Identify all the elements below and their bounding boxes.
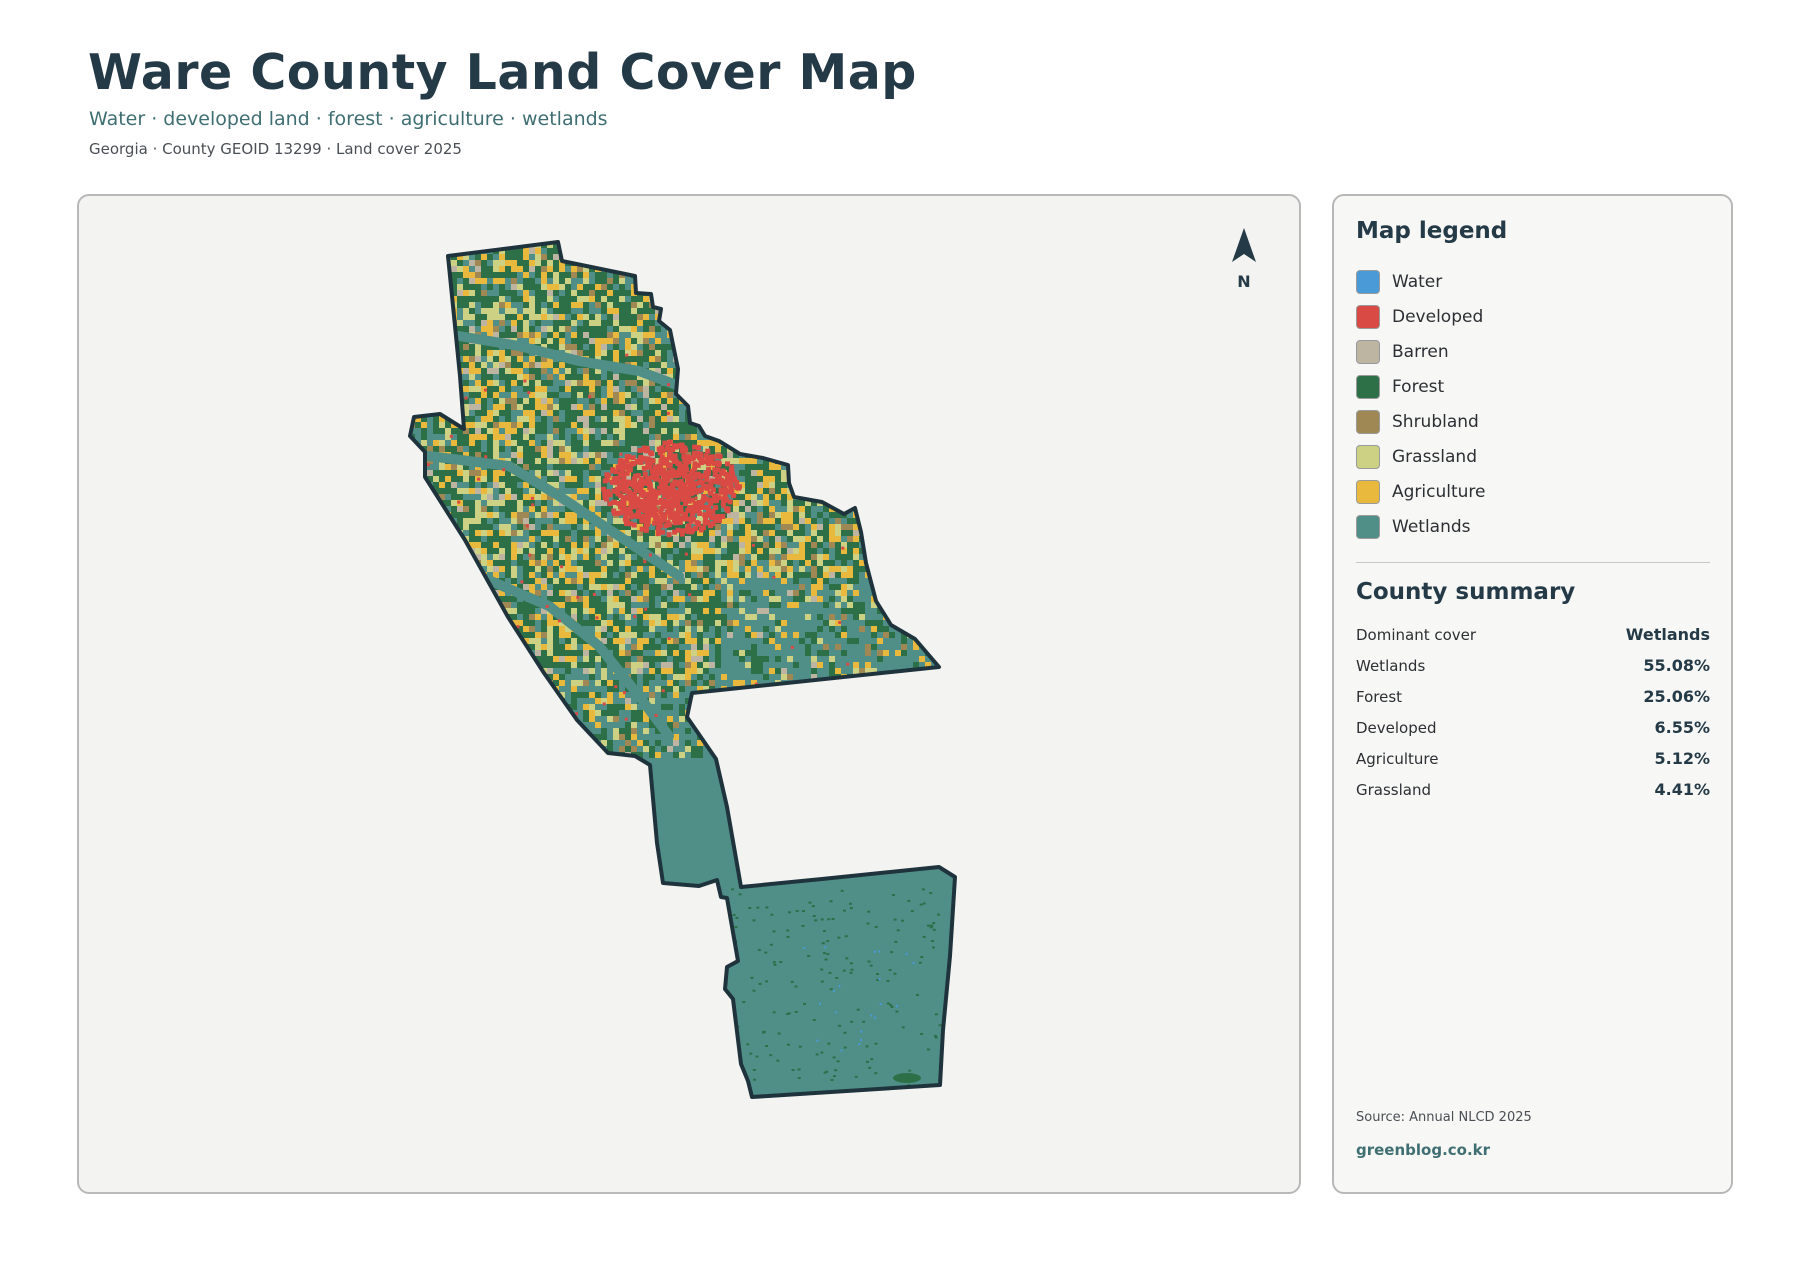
legend-label: Shrubland bbox=[1392, 411, 1479, 432]
panel-divider bbox=[1356, 562, 1710, 563]
legend-item-shrubland: Shrubland bbox=[1356, 404, 1486, 439]
legend-item-water: Water bbox=[1356, 264, 1486, 299]
legend-swatch-shrubland bbox=[1356, 409, 1380, 434]
summary-key: Grassland bbox=[1356, 780, 1431, 799]
legend-swatch-wetlands bbox=[1356, 514, 1380, 539]
page-meta: Georgia · County GEOID 13299 · Land cove… bbox=[89, 140, 462, 158]
legend-swatch-agriculture bbox=[1356, 479, 1380, 504]
legend-item-agriculture: Agriculture bbox=[1356, 474, 1486, 509]
legend-swatch-forest bbox=[1356, 374, 1380, 399]
summary-row: Developed 6.55% bbox=[1356, 712, 1710, 743]
summary-heading: County summary bbox=[1356, 579, 1576, 605]
summary-key: Dominant cover bbox=[1356, 625, 1477, 644]
county-map[interactable] bbox=[79, 196, 1299, 1192]
page-title: Ware County Land Cover Map bbox=[88, 44, 917, 101]
site-link[interactable]: greenblog.co.kr bbox=[1356, 1141, 1490, 1159]
legend-label: Agriculture bbox=[1392, 481, 1486, 502]
summary-row: Forest 25.06% bbox=[1356, 681, 1710, 712]
summary-value: 5.12% bbox=[1654, 749, 1710, 768]
legend-label: Developed bbox=[1392, 306, 1484, 327]
legend-label: Forest bbox=[1392, 376, 1445, 397]
source-note: Source: Annual NLCD 2025 bbox=[1356, 1110, 1532, 1125]
summary-key: Agriculture bbox=[1356, 749, 1439, 768]
summary-value: Wetlands bbox=[1625, 625, 1710, 644]
summary-value: 4.41% bbox=[1654, 780, 1710, 799]
summary-key: Forest bbox=[1356, 687, 1403, 706]
summary-value: 55.08% bbox=[1643, 656, 1710, 675]
summary-row: Agriculture 5.12% bbox=[1356, 743, 1710, 774]
legend-item-grassland: Grassland bbox=[1356, 439, 1486, 474]
legend-item-developed: Developed bbox=[1356, 299, 1486, 334]
legend-swatch-grassland bbox=[1356, 444, 1380, 469]
legend-swatch-barren bbox=[1356, 339, 1380, 364]
summary-key: Developed bbox=[1356, 718, 1437, 737]
summary-value: 6.55% bbox=[1654, 718, 1710, 737]
legend-label: Grassland bbox=[1392, 446, 1477, 467]
legend-list: Water Developed Barren Forest Shrubland … bbox=[1356, 264, 1486, 544]
north-label: N bbox=[1237, 272, 1251, 291]
summary-row: Dominant cover Wetlands bbox=[1356, 619, 1710, 650]
legend-swatch-water bbox=[1356, 269, 1380, 294]
county-summary: Dominant cover Wetlands Wetlands 55.08% … bbox=[1356, 619, 1710, 805]
summary-row: Grassland 4.41% bbox=[1356, 774, 1710, 805]
legend-item-forest: Forest bbox=[1356, 369, 1486, 404]
summary-key: Wetlands bbox=[1356, 656, 1426, 675]
legend-heading: Map legend bbox=[1356, 218, 1508, 244]
legend-item-wetlands: Wetlands bbox=[1356, 509, 1486, 544]
page-subtitle: Water · developed land · forest · agricu… bbox=[89, 108, 608, 130]
legend-item-barren: Barren bbox=[1356, 334, 1486, 369]
side-panel: Map legend Water Developed Barren Forest… bbox=[1332, 194, 1733, 1194]
map-panel[interactable]: N bbox=[77, 194, 1301, 1194]
summary-value: 25.06% bbox=[1643, 687, 1710, 706]
north-arrow-icon bbox=[1232, 228, 1256, 262]
legend-label: Water bbox=[1392, 271, 1443, 292]
legend-label: Wetlands bbox=[1392, 516, 1471, 537]
north-arrow: N bbox=[1229, 226, 1259, 291]
summary-row: Wetlands 55.08% bbox=[1356, 650, 1710, 681]
legend-label: Barren bbox=[1392, 341, 1449, 362]
legend-swatch-developed bbox=[1356, 304, 1380, 329]
